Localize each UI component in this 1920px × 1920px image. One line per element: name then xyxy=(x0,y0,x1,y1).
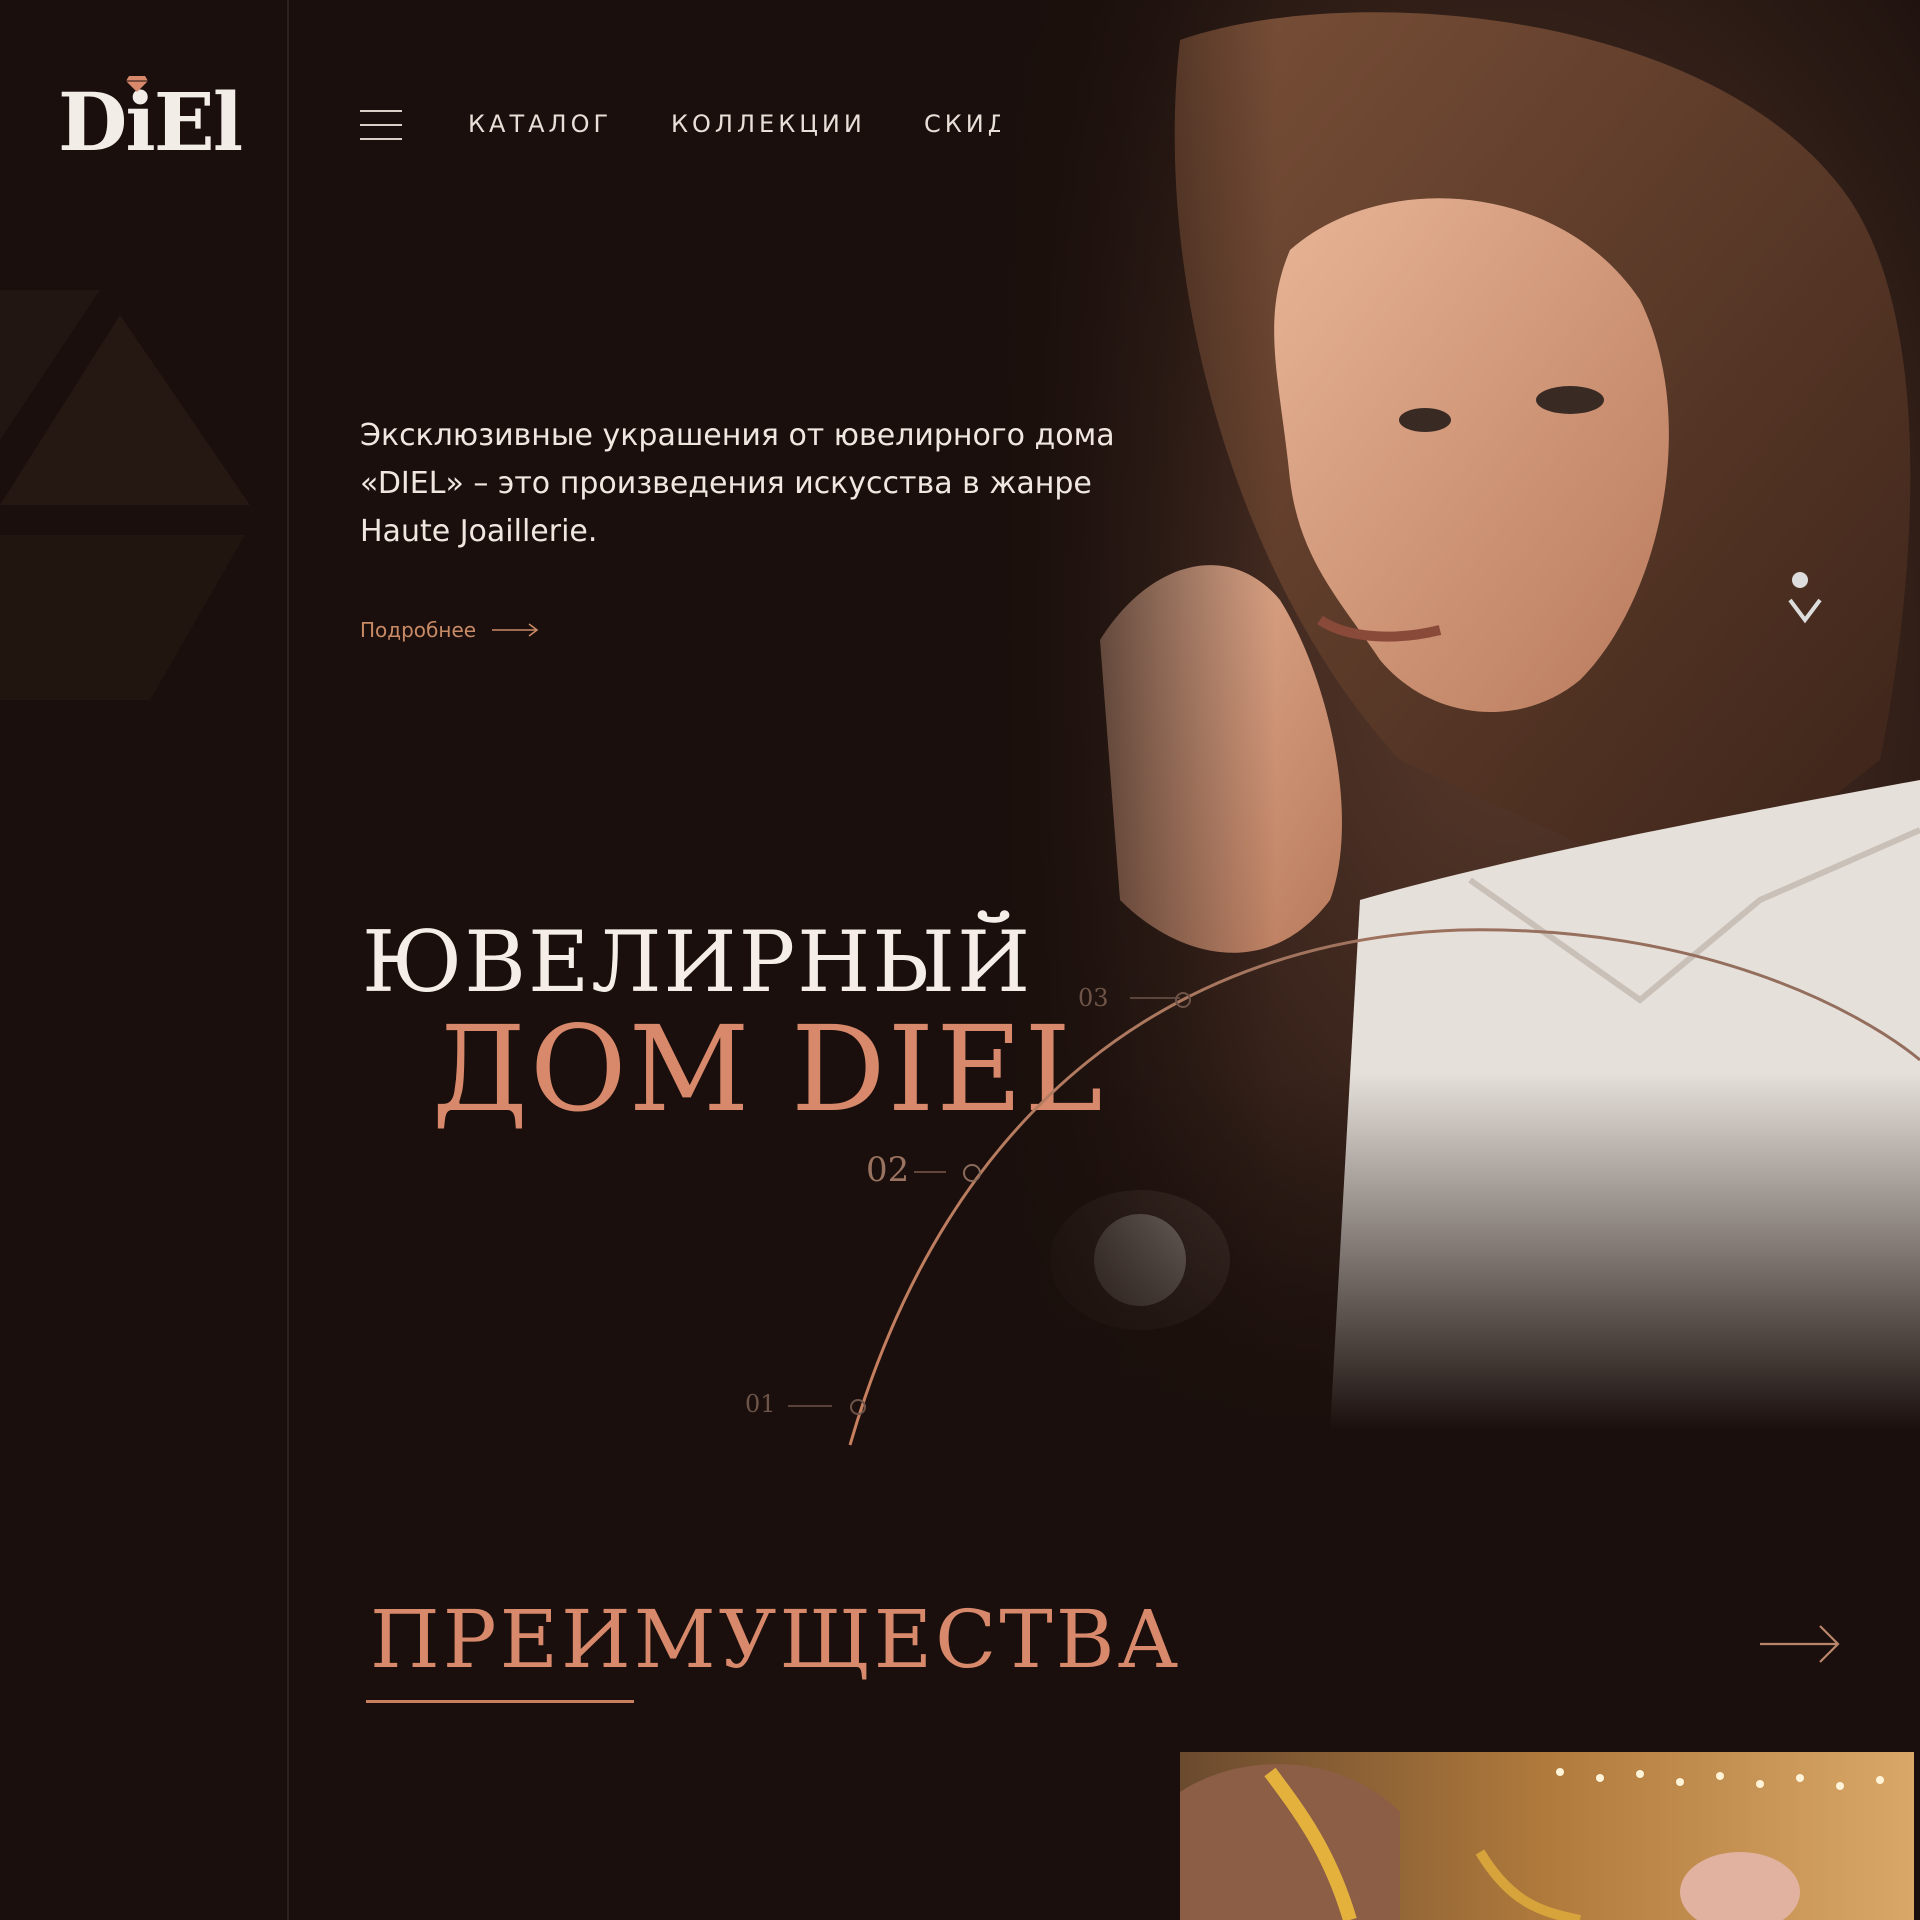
step-dot-02 xyxy=(963,1164,981,1182)
advantages-underline xyxy=(366,1700,634,1703)
arrow-right-icon[interactable] xyxy=(1758,1622,1842,1666)
advantages-title: ПРЕИМУЩЕСТВА xyxy=(370,1593,1182,1686)
slider-step-01[interactable]: 01 xyxy=(745,1390,776,1418)
slider-step-02[interactable]: 02 xyxy=(866,1150,909,1190)
jewelry-store-photo xyxy=(1180,1752,1914,1920)
slider-step-03[interactable]: 03 xyxy=(1078,984,1109,1012)
